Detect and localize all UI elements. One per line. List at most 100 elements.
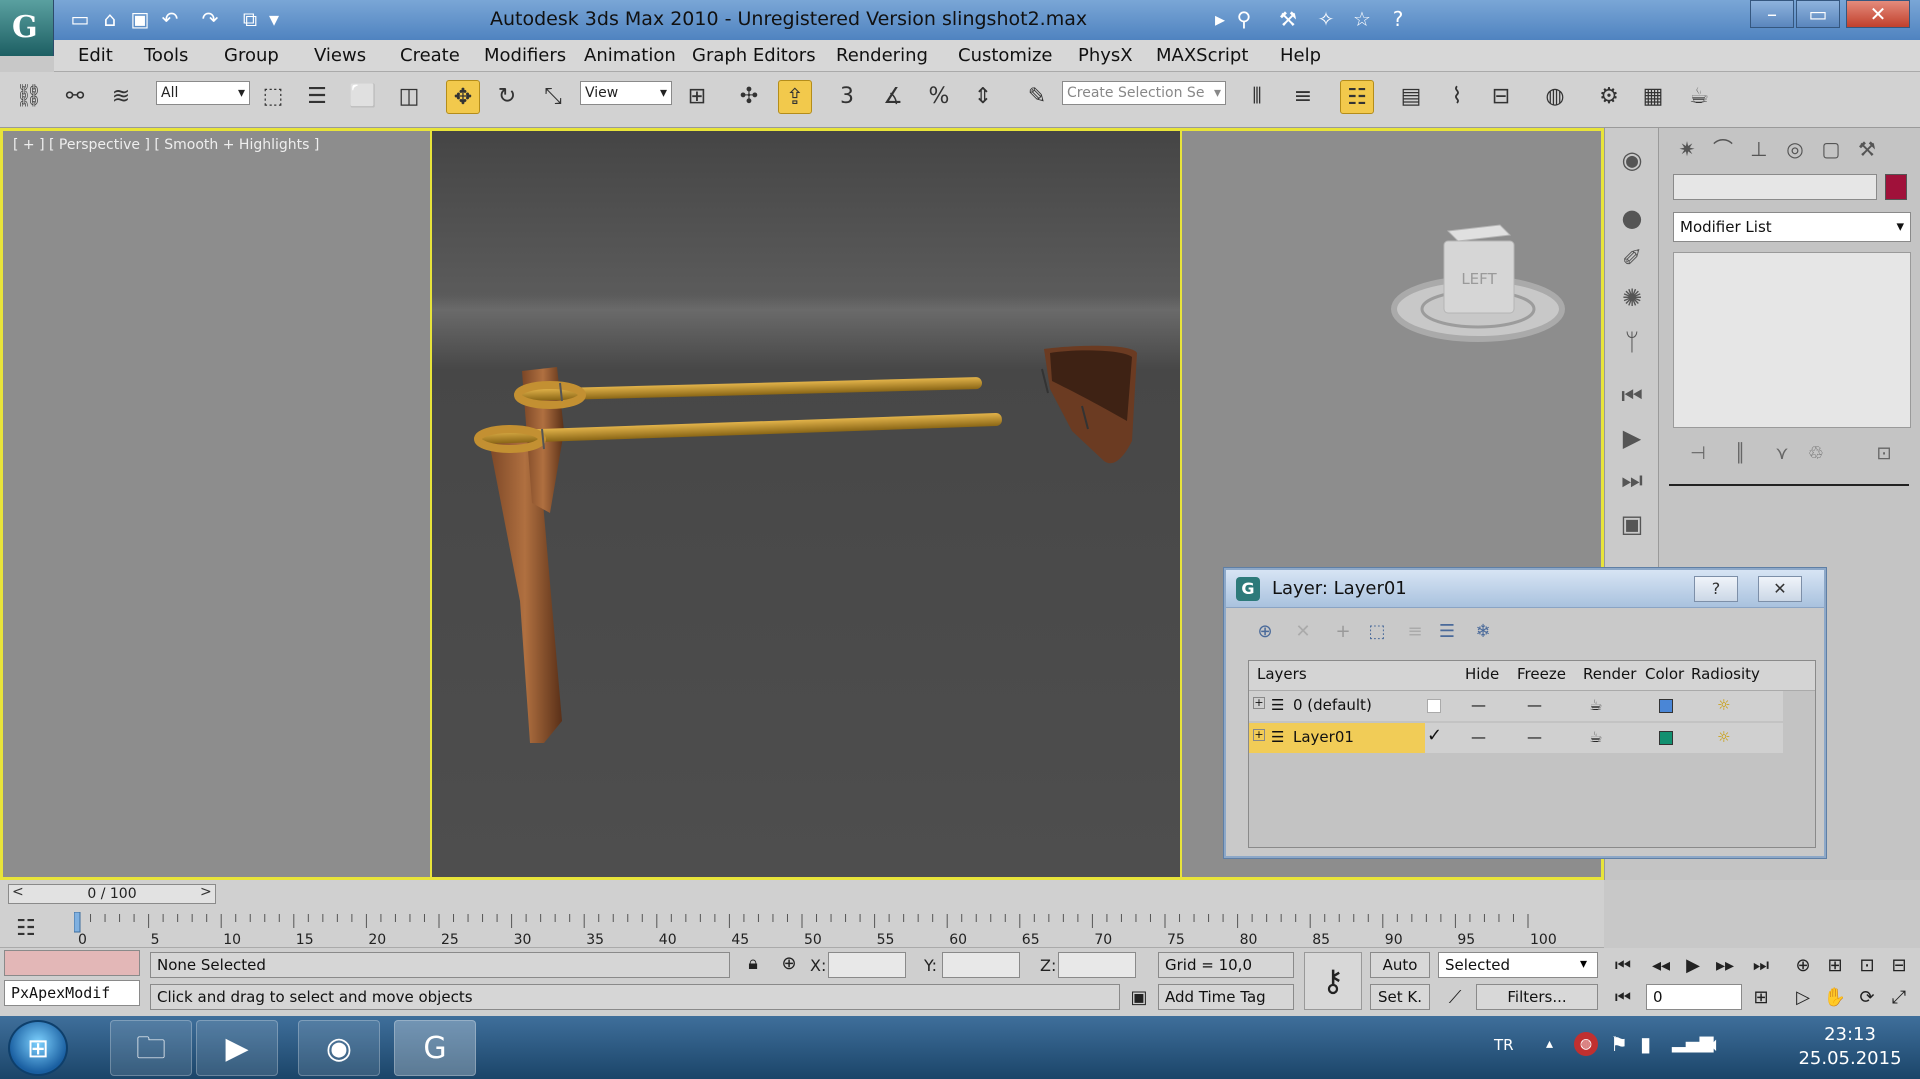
percent-snap-icon[interactable]: %: [922, 80, 956, 114]
play-tool-icon[interactable]: ▶: [1614, 420, 1650, 456]
default-tangent-icon[interactable]: ⟋: [1438, 984, 1472, 1012]
firefox-taskbar-icon[interactable]: ◉: [298, 1020, 380, 1076]
pivot-center-icon[interactable]: ⊞: [680, 80, 714, 114]
particles-icon[interactable]: ✺: [1614, 280, 1650, 316]
highlight-selected-icon[interactable]: ≡: [1400, 618, 1430, 646]
render-teapot-icon[interactable]: ☕: [1589, 696, 1602, 714]
time-slider-prev[interactable]: <: [12, 884, 24, 900]
edit-named-selection-icon[interactable]: ✎: [1020, 80, 1054, 114]
zoom-all-icon[interactable]: ⊞: [1818, 952, 1852, 980]
redo-icon[interactable]: ↷: [198, 8, 222, 30]
select-by-name-icon[interactable]: ☰: [300, 80, 334, 114]
snaps-toggle-icon[interactable]: 3: [830, 80, 864, 114]
time-slider-thumb[interactable]: 0 / 100: [8, 884, 216, 904]
menu-graph-editors[interactable]: Graph Editors: [692, 45, 816, 66]
layer-name[interactable]: Layer01: [1293, 728, 1354, 746]
app-menu-logo[interactable]: G: [0, 0, 54, 56]
make-unique-icon[interactable]: ⋎: [1765, 440, 1799, 468]
angle-snap-icon[interactable]: ∡: [876, 80, 910, 114]
expand-arrow-icon[interactable]: ▸: [1208, 8, 1232, 30]
schematic-view-icon[interactable]: ⊟: [1484, 80, 1518, 114]
menu-help[interactable]: Help: [1280, 45, 1321, 66]
y-coordinate-field[interactable]: [942, 952, 1020, 978]
render-setup-icon[interactable]: ⚙: [1592, 80, 1626, 114]
dialog-close-button[interactable]: ✕: [1758, 576, 1802, 602]
frame-ruler[interactable]: 0 5 10 15 20 25 30 35 40 45 50 55 60 65 70 75 80 85 90 95 10…: [74, 912, 1604, 948]
volume-icon[interactable]: 🔈︎: [1710, 1032, 1722, 1056]
add-to-layer-icon[interactable]: +: [1328, 618, 1358, 646]
binoculars-search-icon[interactable]: ⚲: [1232, 8, 1256, 30]
time-slider[interactable]: 0 / 100 < >: [0, 880, 1604, 910]
object-name-field[interactable]: [1673, 174, 1877, 200]
spinner-snap-icon[interactable]: ⇕: [966, 80, 1000, 114]
modifier-stack[interactable]: [1673, 252, 1911, 428]
set-key-button[interactable]: Set K.: [1370, 984, 1430, 1010]
select-and-link-icon[interactable]: ⛓: [12, 80, 46, 114]
selection-lock-icon[interactable]: 🔒︎: [736, 950, 770, 978]
material-editor-icon[interactable]: ◍: [1538, 80, 1572, 114]
freeze-toggle[interactable]: —: [1527, 728, 1542, 746]
menu-maxscript[interactable]: MAXScript: [1156, 45, 1248, 66]
menu-create[interactable]: Create: [400, 45, 460, 66]
scene-explorer-icon[interactable]: ◉: [1614, 142, 1650, 178]
project-folder-icon[interactable]: ⧉: [238, 8, 262, 30]
pan-view-icon[interactable]: ✋: [1818, 984, 1852, 1012]
open-file-icon[interactable]: ⌂: [98, 8, 122, 30]
curve-editor-mini-icon[interactable]: ☷: [16, 916, 36, 941]
paint-icon[interactable]: ✐: [1614, 240, 1650, 276]
next-tool-icon[interactable]: ⏭: [1614, 462, 1650, 498]
active-layer-checkmark[interactable]: ✓: [1427, 725, 1442, 746]
menu-tools[interactable]: Tools: [144, 45, 188, 66]
track-bar[interactable]: ☷ 0 5 10 15 20 25 30 35 40 45 50 55 60 65 70 75 80 85 90 95…: [0, 910, 1604, 948]
col-freeze[interactable]: Freeze: [1517, 665, 1566, 683]
manipulate-icon[interactable]: ✣: [732, 80, 766, 114]
table-row[interactable]: + ☰ 0 (default) — — ☕ ☼: [1249, 691, 1783, 721]
pin-stack-icon[interactable]: ⊣: [1681, 440, 1715, 468]
col-hide[interactable]: Hide: [1465, 665, 1499, 683]
sphere-icon[interactable]: ●: [1614, 200, 1650, 236]
rendered-frame-window-icon[interactable]: ▦: [1636, 80, 1670, 114]
viewport-label[interactable]: [ + ] [ Perspective ] [ Smooth + Highlig…: [13, 137, 319, 153]
minimize-button[interactable]: –: [1750, 0, 1794, 28]
help-icon[interactable]: ?: [1386, 8, 1410, 30]
mirror-icon[interactable]: ⫴: [1240, 80, 1274, 114]
freeze-unfreeze-all-icon[interactable]: ❄: [1468, 618, 1498, 646]
save-file-icon[interactable]: ▣: [128, 8, 152, 30]
slingshot-model[interactable]: [432, 131, 1184, 877]
select-highlighted-icon[interactable]: ⬚: [1362, 618, 1392, 646]
next-frame-icon[interactable]: ▸▸: [1708, 952, 1742, 980]
network-icon[interactable]: ▂▄▆: [1672, 1032, 1714, 1053]
dialog-help-button[interactable]: ?: [1694, 576, 1738, 602]
align-icon[interactable]: ≡: [1286, 80, 1320, 114]
maxscript-listener-text[interactable]: PxApexModif: [4, 980, 140, 1006]
window-crossing-icon[interactable]: ◫: [392, 80, 426, 114]
menu-group[interactable]: Group: [224, 45, 279, 66]
start-button[interactable]: ⊞: [8, 1020, 68, 1076]
render-teapot-icon[interactable]: ☕: [1589, 728, 1602, 746]
col-radiosity[interactable]: Radiosity: [1691, 665, 1760, 683]
modify-tab-icon[interactable]: ⌒: [1707, 134, 1739, 164]
menu-views[interactable]: Views: [314, 45, 366, 66]
time-configuration-icon[interactable]: ⊞: [1744, 984, 1778, 1012]
menu-modifiers[interactable]: Modifiers: [484, 45, 566, 66]
dialog-title-bar[interactable]: G Layer: Layer01 ? ✕: [1226, 570, 1824, 608]
menu-customize[interactable]: Customize: [958, 45, 1052, 66]
undo-icon[interactable]: ↶: [158, 8, 182, 30]
field-of-view-icon[interactable]: ▷: [1786, 984, 1820, 1012]
clock-time[interactable]: 23:13: [1800, 1024, 1900, 1045]
menu-animation[interactable]: Animation: [584, 45, 676, 66]
search-tools-icon[interactable]: ⚒: [1276, 8, 1300, 30]
key-filters-button[interactable]: Filters...: [1476, 984, 1598, 1010]
maxscript-listener-mini[interactable]: [4, 950, 140, 976]
close-button[interactable]: ✕: [1846, 0, 1910, 28]
customize-quick-access-icon[interactable]: ▾: [262, 8, 286, 30]
time-slider-next[interactable]: >: [200, 884, 212, 900]
layer-color-swatch[interactable]: [1659, 731, 1673, 745]
clock-date[interactable]: 25.05.2015: [1790, 1048, 1910, 1069]
show-end-result-icon[interactable]: ║: [1723, 440, 1757, 468]
freeze-toggle[interactable]: —: [1527, 696, 1542, 714]
absolute-mode-icon[interactable]: ⊕: [772, 950, 806, 978]
favorites-star-icon[interactable]: ☆: [1350, 8, 1374, 30]
zoom-icon[interactable]: ⊕: [1786, 952, 1820, 980]
communication-center-icon[interactable]: ✧: [1314, 8, 1338, 30]
